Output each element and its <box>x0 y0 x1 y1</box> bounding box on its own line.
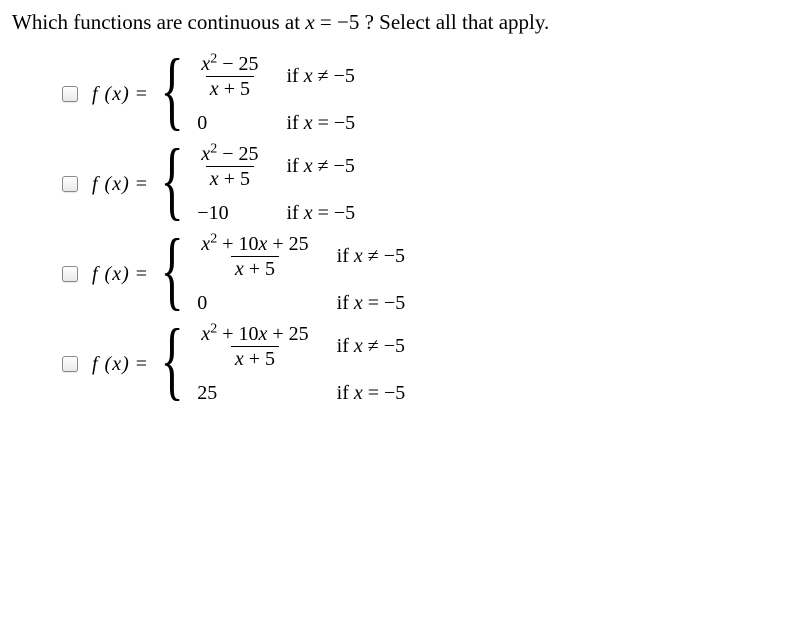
case-1-cond: if x ≠ −5 <box>286 155 355 178</box>
case-1-cond: if x ≠ −5 <box>337 335 406 358</box>
equals-sign: = <box>136 173 147 196</box>
case-2-expr: 0 <box>197 292 312 315</box>
case-1-expr: x2 − 25 x + 5 <box>197 143 262 190</box>
question-val: = −5 <box>315 10 360 34</box>
fraction: x2 − 25 x + 5 <box>197 53 262 100</box>
question-text: Which functions are continuous at x = −5… <box>12 10 788 35</box>
option-row: f (x) = { x2 + 10x + 25 x + 5 if x ≠ −5 … <box>62 323 788 405</box>
piecewise-cases: x2 + 10x + 25 x + 5 if x ≠ −5 0 if x = −… <box>197 233 405 315</box>
option-checkbox-2[interactable] <box>62 176 78 192</box>
case-1-cond: if x ≠ −5 <box>286 65 355 88</box>
case-2-expr: −10 <box>197 202 262 225</box>
case-1-expr: x2 − 25 x + 5 <box>197 53 262 100</box>
option-checkbox-3[interactable] <box>62 266 78 282</box>
case-2-cond: if x = −5 <box>337 292 406 315</box>
case-2-expr: 25 <box>197 382 312 405</box>
option-row: f (x) = { x2 + 10x + 25 x + 5 if x ≠ −5 … <box>62 233 788 315</box>
case-2-cond: if x = −5 <box>337 382 406 405</box>
fx-label: f (x) <box>92 173 130 196</box>
left-brace-icon: { <box>161 337 184 385</box>
question-suffix: ? Select all that apply. <box>359 10 549 34</box>
function-expression: f (x) = { x2 + 10x + 25 x + 5 if x ≠ −5 … <box>92 323 405 405</box>
left-brace-icon: { <box>161 157 184 205</box>
case-1-expr: x2 + 10x + 25 x + 5 <box>197 233 312 280</box>
fraction: x2 + 10x + 25 x + 5 <box>197 233 312 280</box>
case-1-cond: if x ≠ −5 <box>337 245 406 268</box>
case-2-expr: 0 <box>197 112 262 135</box>
question-prefix: Which functions are continuous at <box>12 10 305 34</box>
option-row: f (x) = { x2 − 25 x + 5 if x ≠ −5 −10 if… <box>62 143 788 225</box>
equals-sign: = <box>136 83 147 106</box>
case-1-expr: x2 + 10x + 25 x + 5 <box>197 323 312 370</box>
fx-label: f (x) <box>92 263 130 286</box>
fraction: x2 − 25 x + 5 <box>197 143 262 190</box>
function-expression: f (x) = { x2 + 10x + 25 x + 5 if x ≠ −5 … <box>92 233 405 315</box>
piecewise-cases: x2 − 25 x + 5 if x ≠ −5 0 if x = −5 <box>197 53 355 135</box>
question-var: x <box>305 10 314 34</box>
piecewise-cases: x2 − 25 x + 5 if x ≠ −5 −10 if x = −5 <box>197 143 355 225</box>
fx-label: f (x) <box>92 83 130 106</box>
equals-sign: = <box>136 263 147 286</box>
function-expression: f (x) = { x2 − 25 x + 5 if x ≠ −5 0 if x… <box>92 53 355 135</box>
option-row: f (x) = { x2 − 25 x + 5 if x ≠ −5 0 if x… <box>62 53 788 135</box>
left-brace-icon: { <box>161 67 184 115</box>
left-brace-icon: { <box>161 247 184 295</box>
options-list: f (x) = { x2 − 25 x + 5 if x ≠ −5 0 if x… <box>12 53 788 405</box>
fx-label: f (x) <box>92 353 130 376</box>
function-expression: f (x) = { x2 − 25 x + 5 if x ≠ −5 −10 if… <box>92 143 355 225</box>
option-checkbox-1[interactable] <box>62 86 78 102</box>
equals-sign: = <box>136 353 147 376</box>
piecewise-cases: x2 + 10x + 25 x + 5 if x ≠ −5 25 if x = … <box>197 323 405 405</box>
fraction: x2 + 10x + 25 x + 5 <box>197 323 312 370</box>
case-2-cond: if x = −5 <box>286 112 355 135</box>
case-2-cond: if x = −5 <box>286 202 355 225</box>
option-checkbox-4[interactable] <box>62 356 78 372</box>
